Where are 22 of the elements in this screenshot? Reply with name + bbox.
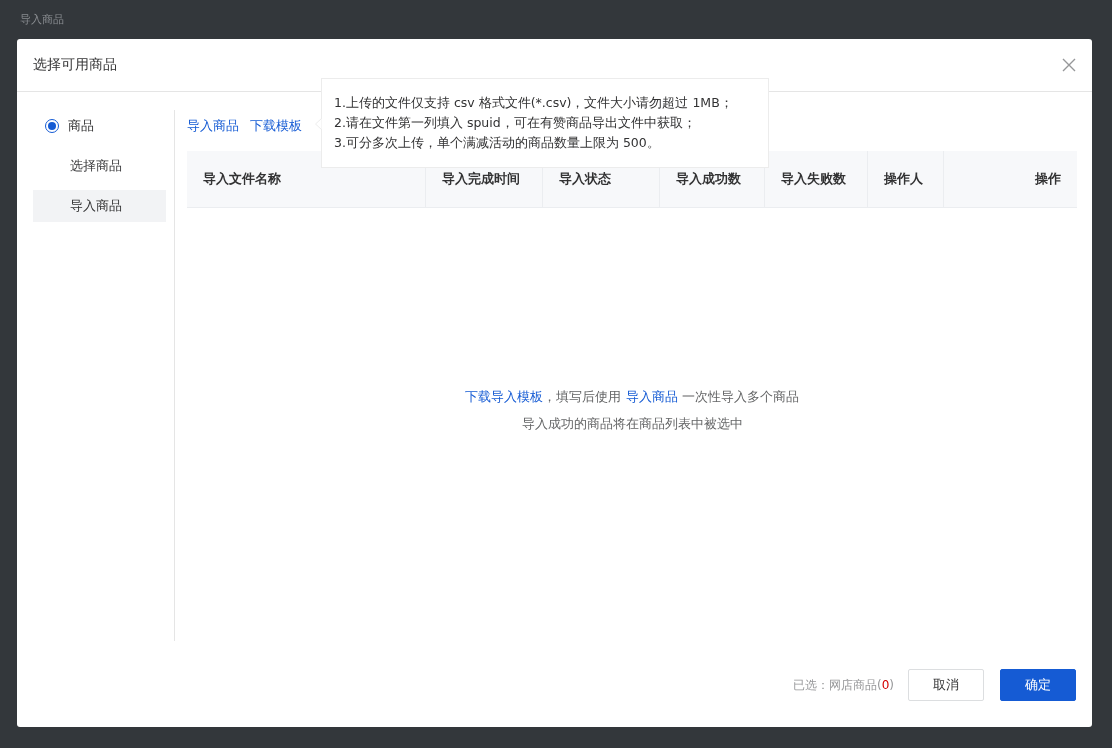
close-icon[interactable] (1062, 58, 1076, 72)
hint-link[interactable]: 下载导入模板 (465, 389, 544, 404)
tooltip-line: 3.可分多次上传，单个满减活动的商品数量上限为 500。 (334, 134, 661, 152)
column-header: 操作 (943, 151, 1077, 207)
tooltip-line: 2.请在文件第一列填入 spuid，可在有赞商品导出文件中获取； (334, 114, 697, 132)
cancel-button[interactable]: 取消 (908, 669, 984, 701)
action-link[interactable]: 导入商品 (187, 117, 239, 135)
column-header: 操作人 (867, 151, 943, 207)
column-header: 导入文件名称 (202, 170, 282, 188)
action-link[interactable]: 下载模板 (250, 117, 302, 135)
empty-note: 导入成功的商品将在商品列表中被选中 (521, 415, 743, 433)
selected-summary: 已选：网店商品(0) (793, 676, 894, 694)
tooltip-line: 1.上传的文件仅支持 csv 格式文件(*.csv)，文件大小请勿超过 1MB； (334, 94, 734, 112)
sidebar-item[interactable]: 选择商品 (33, 150, 166, 182)
sidebar-item[interactable]: 导入商品 (33, 190, 166, 222)
hint-link[interactable]: 导入商品 (625, 389, 678, 404)
page-title: 导入商品 (19, 12, 65, 28)
radio-label: 商品 (68, 117, 94, 135)
empty-hint: 下载导入模板，填写后使用 导入商品 一次性导入多个商品 (465, 388, 799, 406)
dialog-title: 选择可用商品 (33, 56, 117, 74)
radio-option[interactable]: 商品 (33, 110, 166, 142)
confirm-button[interactable]: 确定 (1000, 669, 1076, 701)
